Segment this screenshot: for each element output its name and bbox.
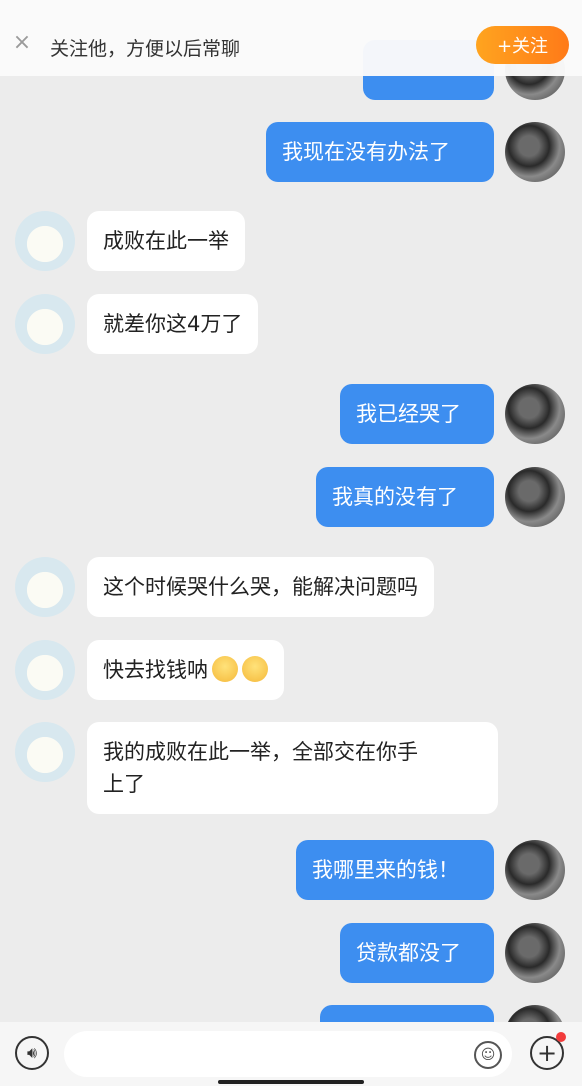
message-bubble: 贷款都没了: [340, 923, 494, 983]
message-bubble: 就差你这4万了: [87, 294, 259, 354]
message-bubble: [320, 1005, 494, 1022]
message-bubble: 快去找钱呐: [87, 640, 284, 700]
message-text: 快去找钱呐: [103, 658, 208, 682]
smirk-emoji-icon: [212, 656, 238, 682]
message-text-line: 上了: [103, 772, 145, 796]
avatar[interactable]: [15, 557, 75, 617]
message-composer: 🔊︎ ☺ +: [0, 1022, 582, 1086]
notification-dot: [556, 1032, 566, 1042]
emoji-icon[interactable]: ☺: [474, 1041, 502, 1069]
voice-icon[interactable]: 🔊︎: [15, 1036, 49, 1070]
message-bubble: 我真的没有了: [316, 467, 494, 527]
avatar[interactable]: [505, 467, 565, 527]
message-bubble: 成败在此一举: [87, 211, 245, 271]
smirk-emoji-icon: [242, 656, 268, 682]
message-text-line: 我的成败在此一举，全部交在你手: [103, 740, 418, 764]
message-bubble: 我现在没有办法了: [266, 122, 494, 182]
avatar[interactable]: [15, 211, 75, 271]
avatar[interactable]: [15, 294, 75, 354]
message-bubble: 我的成败在此一举，全部交在你手 上了: [87, 722, 498, 814]
home-indicator: [218, 1080, 364, 1084]
avatar[interactable]: [505, 384, 565, 444]
message-bubble: 我哪里来的钱！: [296, 840, 494, 900]
message-bubble: 我已经哭了: [340, 384, 494, 444]
avatar[interactable]: [15, 640, 75, 700]
avatar[interactable]: [15, 722, 75, 782]
close-icon[interactable]: ×: [12, 32, 32, 54]
follow-button[interactable]: +关注: [476, 26, 569, 64]
follow-tip: 关注他，方便以后常聊: [50, 38, 241, 60]
avatar[interactable]: [505, 923, 565, 983]
avatar[interactable]: [505, 122, 565, 182]
chat-area: 我现在没有办法了 成败在此一举 就差你这4万了 我已经哭了 我真的没有了 这个时…: [0, 0, 582, 1022]
avatar[interactable]: [505, 1005, 565, 1022]
avatar[interactable]: [505, 840, 565, 900]
follow-prompt-bar: × 关注他，方便以后常聊 +关注: [0, 0, 582, 76]
message-bubble: 这个时候哭什么哭，能解决问题吗: [87, 557, 434, 617]
message-input[interactable]: [64, 1031, 512, 1077]
